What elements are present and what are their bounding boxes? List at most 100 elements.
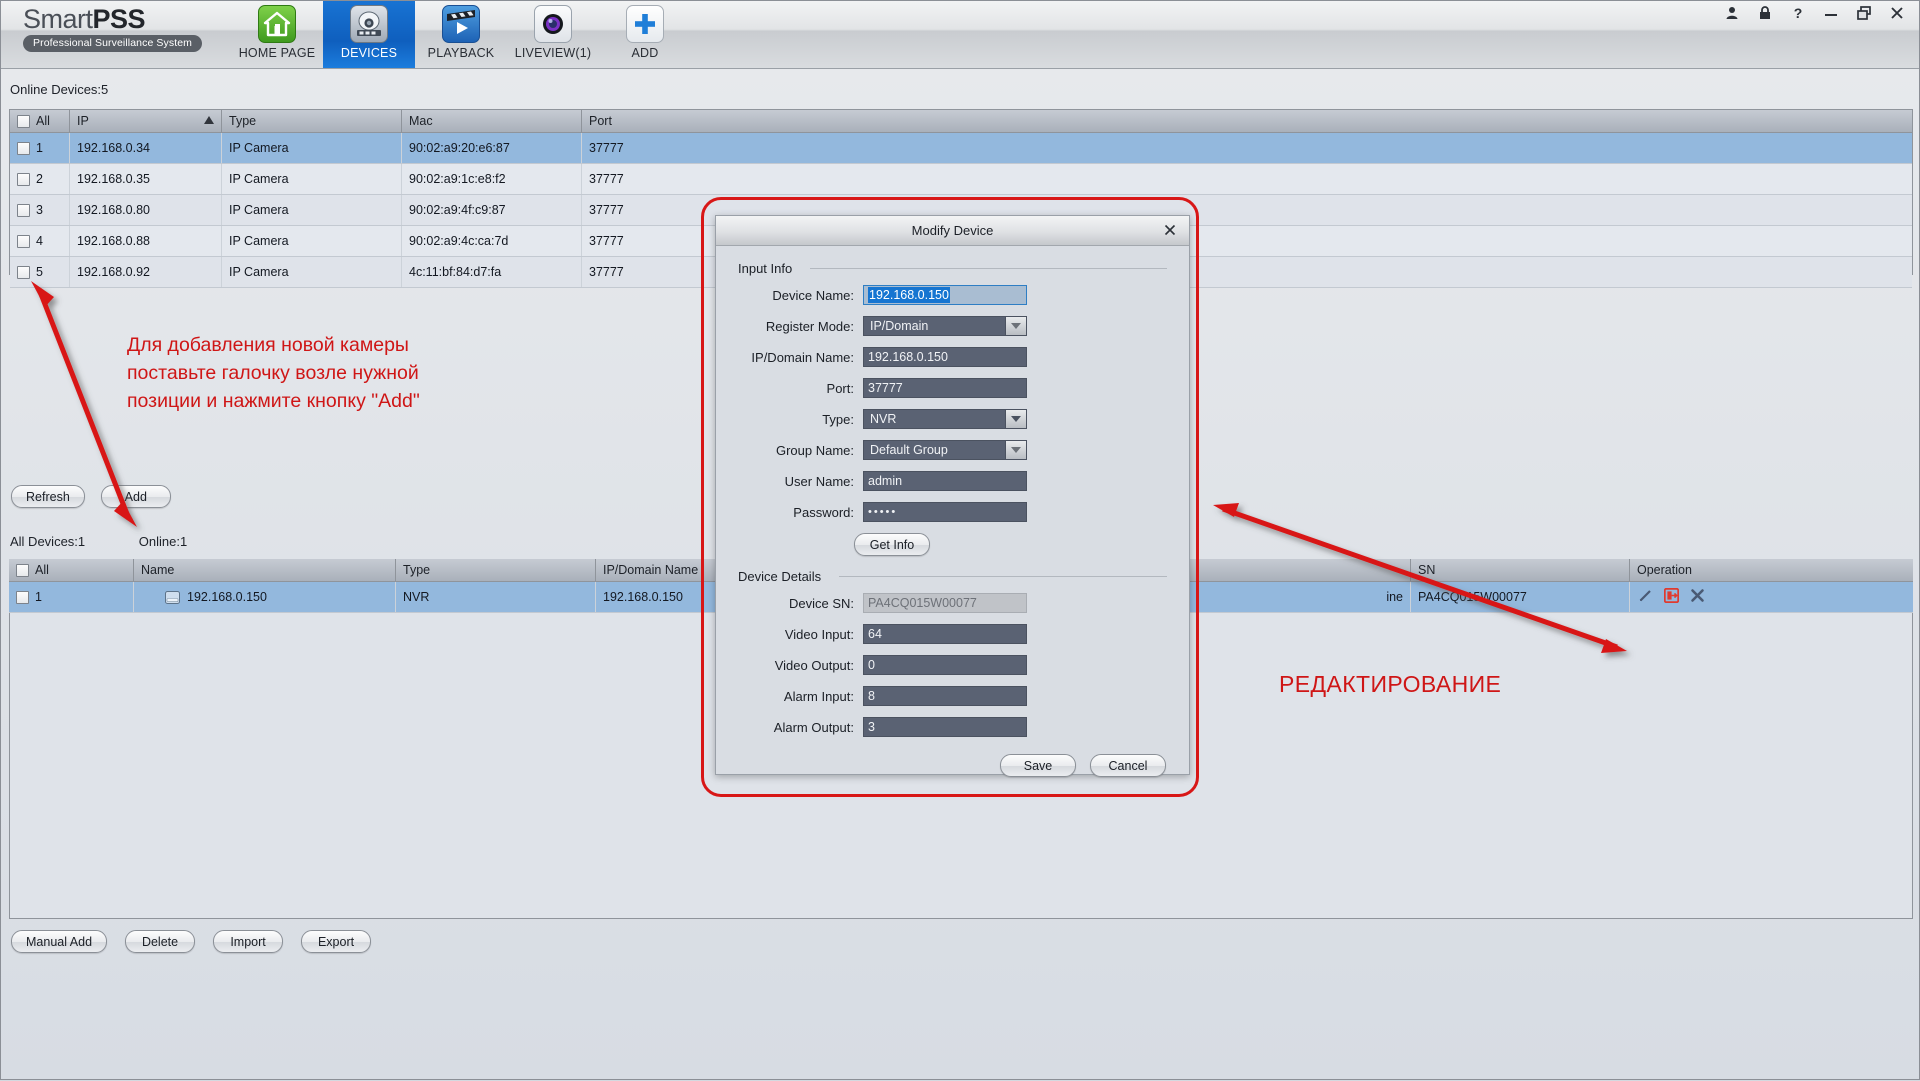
export-device-icon[interactable] bbox=[1663, 587, 1680, 606]
restore-icon[interactable] bbox=[1856, 5, 1872, 21]
import-button[interactable]: Import bbox=[213, 930, 284, 953]
help-icon[interactable]: ? bbox=[1790, 5, 1806, 21]
cancel-button[interactable]: Cancel bbox=[1090, 754, 1166, 777]
device-name-input[interactable]: 192.168.0.150 bbox=[863, 285, 1027, 305]
refresh-button[interactable]: Refresh bbox=[11, 485, 85, 508]
column-header-operation[interactable]: Operation bbox=[1630, 559, 1913, 581]
section-label: Input Info bbox=[738, 261, 793, 276]
chevron-down-icon[interactable] bbox=[1005, 441, 1026, 459]
tab-home-page[interactable]: HOME PAGE bbox=[231, 1, 323, 68]
add-button[interactable]: Add bbox=[100, 485, 171, 508]
cell-operation bbox=[1630, 582, 1913, 612]
sort-ascending-icon bbox=[204, 116, 214, 124]
column-header-all[interactable]: All bbox=[9, 559, 134, 581]
device-sn-input: PA4CQ015W00077 bbox=[863, 593, 1027, 613]
cell-mac: 90:02:a9:1c:e8:f2 bbox=[402, 164, 582, 194]
field-type: Type: NVR bbox=[716, 407, 1189, 431]
cell-type: IP Camera bbox=[222, 133, 402, 163]
select-all-checkbox[interactable] bbox=[16, 563, 29, 577]
tab-playback[interactable]: PLAYBACK bbox=[415, 1, 507, 68]
row-checkbox[interactable] bbox=[17, 203, 30, 217]
table-header-row: All IP Type Mac Port bbox=[10, 110, 1912, 133]
row-checkbox[interactable] bbox=[16, 590, 29, 604]
title-bar: SmartPSS Professional Surveillance Syste… bbox=[1, 1, 1919, 69]
chevron-down-icon[interactable] bbox=[1005, 410, 1026, 428]
annotation-line: Для добавления новой камеры bbox=[127, 334, 409, 356]
column-header-port[interactable]: Port bbox=[582, 110, 1912, 132]
field-alarm-output: Alarm Output: 3 bbox=[716, 715, 1189, 739]
ip-domain-name-input[interactable]: 192.168.0.150 bbox=[863, 347, 1027, 367]
row-checkbox[interactable] bbox=[17, 234, 30, 248]
alarm-input-input[interactable]: 8 bbox=[863, 686, 1027, 706]
video-input-value: 64 bbox=[868, 627, 882, 641]
column-header-sn[interactable]: SN bbox=[1411, 559, 1630, 581]
lock-icon[interactable] bbox=[1757, 5, 1773, 21]
column-header-all[interactable]: All bbox=[10, 110, 70, 132]
delete-x-icon[interactable] bbox=[1690, 588, 1705, 606]
save-button[interactable]: Save bbox=[1000, 754, 1076, 777]
type-select[interactable]: NVR bbox=[863, 409, 1027, 429]
row-number: 1 bbox=[36, 141, 43, 155]
table-row[interactable]: 2 192.168.0.35 IP Camera 90:02:a9:1c:e8:… bbox=[10, 164, 1912, 195]
all-devices-counts: All Devices:1 Online:1 bbox=[10, 534, 187, 549]
field-label: Video Output: bbox=[774, 657, 854, 673]
field-group-name: Group Name: Default Group bbox=[716, 438, 1189, 462]
row-checkbox[interactable] bbox=[17, 141, 30, 155]
table-row[interactable]: 1 192.168.0.34 IP Camera 90:02:a9:20:e6:… bbox=[10, 133, 1912, 164]
video-output-input[interactable]: 0 bbox=[863, 655, 1027, 675]
plus-icon bbox=[626, 5, 664, 43]
cell-type: IP Camera bbox=[222, 164, 402, 194]
tab-add[interactable]: ADD bbox=[599, 1, 691, 68]
minimize-icon[interactable] bbox=[1823, 5, 1839, 21]
app-logo: SmartPSS Professional Surveillance Syste… bbox=[23, 5, 223, 52]
cell-ip: 192.168.0.80 bbox=[70, 195, 222, 225]
select-all-checkbox[interactable] bbox=[17, 114, 30, 128]
password-input[interactable]: ••••• bbox=[863, 502, 1027, 522]
field-alarm-input: Alarm Input: 8 bbox=[716, 684, 1189, 708]
alarm-output-value: 3 bbox=[868, 720, 875, 734]
password-value: ••••• bbox=[868, 506, 898, 518]
register-mode-select[interactable]: IP/Domain bbox=[863, 316, 1027, 336]
register-mode-value: IP/Domain bbox=[870, 319, 929, 333]
column-header-type[interactable]: Type bbox=[396, 559, 596, 581]
field-label: Device SN: bbox=[788, 595, 854, 611]
column-header-name[interactable]: Name bbox=[134, 559, 396, 581]
field-label: User Name: bbox=[784, 473, 854, 489]
user-name-value: admin bbox=[868, 474, 903, 488]
all-devices-actions: Manual Add Delete Import Export bbox=[11, 930, 372, 953]
row-number: 1 bbox=[35, 590, 42, 604]
device-sn-value: PA4CQ015W00077 bbox=[868, 596, 977, 610]
tab-liveview[interactable]: LIVEVIEW(1) bbox=[507, 1, 599, 68]
column-header-ip[interactable]: IP bbox=[70, 110, 222, 132]
field-device-sn: Device SN: PA4CQ015W00077 bbox=[716, 591, 1189, 615]
column-header-type[interactable]: Type bbox=[222, 110, 402, 132]
column-header-mac[interactable]: Mac bbox=[402, 110, 582, 132]
field-device-name: Device Name: 192.168.0.150 bbox=[716, 283, 1189, 307]
row-checkbox[interactable] bbox=[17, 172, 30, 186]
tab-label: HOME PAGE bbox=[238, 46, 316, 60]
tab-devices[interactable]: DEVICES bbox=[323, 1, 415, 68]
user-icon[interactable] bbox=[1724, 5, 1740, 21]
port-input[interactable]: 37777 bbox=[863, 378, 1027, 398]
cell-mac: 90:02:a9:20:e6:87 bbox=[402, 133, 582, 163]
online-panel-actions: Refresh Add bbox=[11, 485, 171, 508]
field-ip-domain-name: IP/Domain Name: 192.168.0.150 bbox=[716, 345, 1189, 369]
close-icon[interactable] bbox=[1162, 222, 1178, 238]
video-input-input[interactable]: 64 bbox=[863, 624, 1027, 644]
online-devices-count: Online Devices:5 bbox=[10, 82, 109, 97]
delete-button[interactable]: Delete bbox=[125, 930, 196, 953]
row-checkbox[interactable] bbox=[17, 265, 30, 279]
user-name-input[interactable]: admin bbox=[863, 471, 1027, 491]
close-icon[interactable] bbox=[1889, 5, 1905, 21]
chevron-down-icon[interactable] bbox=[1005, 317, 1026, 335]
group-name-select[interactable]: Default Group bbox=[863, 440, 1027, 460]
manual-add-button[interactable]: Manual Add bbox=[11, 930, 108, 953]
modify-device-dialog: Modify Device Input Info Device Name: 19… bbox=[715, 215, 1190, 777]
column-label: Mac bbox=[409, 114, 433, 128]
edit-pencil-icon[interactable] bbox=[1638, 588, 1653, 606]
export-button[interactable]: Export bbox=[301, 930, 372, 953]
get-info-button[interactable]: Get Info bbox=[854, 533, 930, 556]
alarm-output-input[interactable]: 3 bbox=[863, 717, 1027, 737]
annotation-add-camera-note: Для добавления новой камеры поставьте га… bbox=[127, 331, 567, 415]
tab-label: PLAYBACK bbox=[427, 46, 495, 60]
